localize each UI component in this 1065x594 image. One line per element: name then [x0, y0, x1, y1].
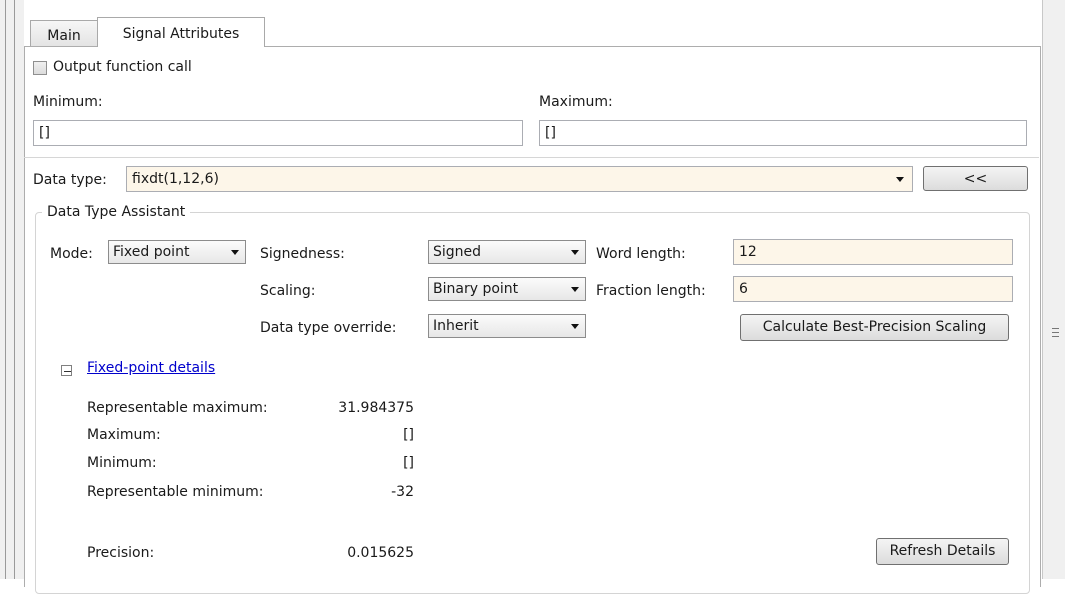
maximum-label: Maximum: [539, 94, 613, 110]
maximum-detail-value: [] [403, 427, 414, 443]
data-type-assistant-toggle-button[interactable]: << [923, 166, 1028, 191]
representable-maximum-label: Representable maximum: [87, 400, 268, 416]
dropdown-arrow-icon [571, 324, 579, 329]
precision-value: 0.015625 [347, 545, 414, 561]
maximum-detail-label: Maximum: [87, 427, 161, 443]
representable-minimum-value: -32 [391, 484, 414, 500]
representable-minimum-label: Representable minimum: [87, 484, 264, 500]
data-type-override-value: Inherit [433, 318, 479, 334]
signedness-value: Signed [433, 244, 482, 260]
tab-signal-attributes[interactable]: Signal Attributes [97, 17, 265, 47]
dropdown-arrow-icon [571, 287, 579, 292]
gutter-line-2 [14, 0, 15, 579]
refresh-details-label: Refresh Details [889, 543, 996, 559]
fraction-length-value: 6 [739, 281, 748, 297]
signedness-dropdown[interactable]: Signed [428, 240, 586, 264]
data-type-assistant-title: Data Type Assistant [42, 204, 191, 220]
data-type-combobox[interactable]: fixdt(1,12,6) [126, 166, 913, 192]
dropdown-arrow-icon [571, 250, 579, 255]
data-type-override-label: Data type override: [260, 320, 397, 336]
word-length-value: 12 [739, 244, 757, 260]
calculate-best-precision-scaling-button[interactable]: Calculate Best-Precision Scaling [740, 314, 1009, 341]
data-type-label: Data type: [33, 172, 107, 188]
output-function-call-label: Output function call [53, 59, 192, 75]
mode-dropdown[interactable]: Fixed point [108, 240, 246, 264]
collapse-minus-icon[interactable] [61, 365, 72, 376]
maximum-input[interactable]: [] [539, 120, 1027, 146]
tab-signal-attributes-label: Signal Attributes [122, 26, 240, 42]
vertical-scrollbar[interactable] [1042, 0, 1065, 579]
output-function-call-checkbox[interactable] [33, 61, 47, 75]
scroll-grip-icon[interactable] [1052, 328, 1059, 337]
tab-main[interactable]: Main [30, 20, 98, 47]
refresh-details-button[interactable]: Refresh Details [876, 538, 1009, 565]
minimum-value: [] [39, 125, 50, 141]
section-divider [24, 157, 1039, 158]
data-type-override-dropdown[interactable]: Inherit [428, 314, 586, 338]
word-length-input[interactable]: 12 [733, 239, 1013, 265]
word-length-label: Word length: [596, 246, 686, 262]
minimum-detail-value: [] [403, 455, 414, 471]
signedness-label: Signedness: [260, 246, 345, 262]
scaling-value: Binary point [433, 281, 519, 297]
scaling-dropdown[interactable]: Binary point [428, 277, 586, 301]
scaling-label: Scaling: [260, 283, 316, 299]
minimum-input[interactable]: [] [33, 120, 523, 146]
data-type-value: fixdt(1,12,6) [132, 171, 219, 187]
data-type-assistant-toggle-label: << [963, 171, 988, 187]
gutter-line-1 [5, 0, 6, 579]
dropdown-arrow-icon [231, 250, 239, 255]
minimum-label: Minimum: [33, 94, 103, 110]
dropdown-arrow-icon[interactable] [896, 177, 904, 182]
representable-maximum-value: 31.984375 [338, 400, 414, 416]
mode-value: Fixed point [113, 244, 190, 260]
fraction-length-input[interactable]: 6 [733, 276, 1013, 302]
mode-label: Mode: [50, 246, 93, 262]
minimum-detail-label: Minimum: [87, 455, 157, 471]
maximum-value: [] [545, 125, 556, 141]
fraction-length-label: Fraction length: [596, 283, 706, 299]
left-gutter [0, 0, 24, 579]
calculate-button-label: Calculate Best-Precision Scaling [762, 319, 987, 335]
tab-main-label: Main [47, 28, 81, 44]
precision-label: Precision: [87, 545, 155, 561]
fixed-point-details-link[interactable]: Fixed-point details [87, 360, 215, 376]
